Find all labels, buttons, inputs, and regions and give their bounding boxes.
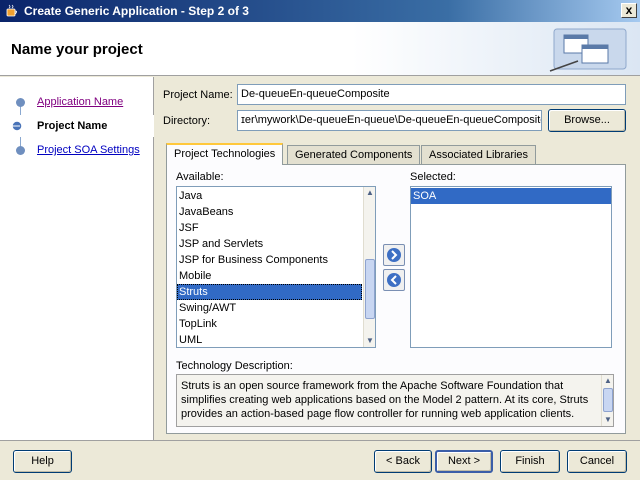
directory-label: Directory: [163, 115, 211, 127]
help-button[interactable]: Help [13, 450, 72, 473]
cancel-button[interactable]: Cancel [567, 450, 627, 473]
footer-separator [0, 440, 640, 441]
windows-graphic-icon [549, 28, 627, 72]
title-bar[interactable]: Create Generic Application - Step 2 of 3… [0, 0, 640, 22]
window-title: Create Generic Application - Step 2 of 3 [24, 4, 249, 18]
nav-item-label: Project Name [37, 120, 108, 132]
project-name-input[interactable]: De-queueEn-queueComposite [237, 84, 626, 105]
scroll-up-icon[interactable]: ▲ [603, 376, 613, 386]
step-dot-icon [16, 98, 25, 107]
nav-item-project-soa-settings[interactable]: Project SOA Settings [0, 139, 154, 161]
list-item[interactable]: JSP and Servlets [177, 236, 375, 252]
available-list[interactable]: Java JavaBeans JSF JSP and Servlets JSP … [176, 186, 376, 348]
step-dot-icon [16, 146, 25, 155]
back-button[interactable]: < Back [374, 450, 432, 473]
nav-item-label[interactable]: Project SOA Settings [37, 144, 140, 156]
technology-description-label: Technology Description: [176, 360, 293, 372]
description-scrollbar[interactable]: ▲ ▼ [601, 375, 613, 426]
arrow-right-icon [387, 248, 401, 262]
finish-button[interactable]: Finish [500, 450, 560, 473]
selected-label: Selected: [410, 171, 456, 183]
list-item[interactable]: UML [177, 332, 375, 347]
list-item[interactable]: JSF [177, 220, 375, 236]
scroll-down-icon[interactable]: ▼ [603, 415, 613, 425]
available-label: Available: [176, 171, 224, 183]
arrow-left-icon [387, 273, 401, 287]
tab-generated-components[interactable]: Generated Components [287, 145, 421, 164]
scroll-thumb[interactable] [365, 259, 375, 319]
nav-item-label[interactable]: Application Name [37, 96, 123, 108]
next-button[interactable]: Next > [435, 450, 493, 473]
page-title: Name your project [11, 41, 143, 58]
remove-button[interactable] [383, 269, 405, 291]
list-item[interactable]: JSP for Business Components [177, 252, 375, 268]
browse-button[interactable]: Browse... [548, 109, 626, 132]
nav-item-project-name[interactable]: Project Name [0, 115, 154, 137]
directory-input[interactable]: ɪer\mywork\De-queueEn-queue\De-queueEn-q… [237, 110, 542, 131]
list-item-selected[interactable]: Struts [177, 284, 362, 300]
header-banner: Name your project [0, 22, 640, 76]
scroll-thumb[interactable] [603, 388, 613, 412]
wizard-steps-nav: Application Name Project Name Project SO… [0, 77, 154, 440]
project-name-label: Project Name: [163, 89, 233, 101]
description-text: Struts is an open source framework from … [181, 380, 589, 420]
list-item[interactable]: Mobile [177, 268, 375, 284]
selected-list[interactable]: SOA [410, 186, 612, 348]
scroll-up-icon[interactable]: ▲ [365, 188, 375, 198]
list-item[interactable]: JavaBeans [177, 204, 375, 220]
app-cup-icon [6, 4, 17, 17]
list-item[interactable]: Swing/AWT [177, 300, 375, 316]
scroll-down-icon[interactable]: ▼ [365, 336, 375, 346]
tab-associated-libraries[interactable]: Associated Libraries [421, 145, 537, 164]
technology-description-text: Struts is an open source framework from … [176, 374, 614, 427]
nav-item-application-name[interactable]: Application Name [0, 91, 154, 113]
tab-project-technologies[interactable]: Project Technologies [166, 143, 284, 165]
available-scrollbar[interactable]: ▲ ▼ [363, 187, 375, 347]
wizard-window: Create Generic Application - Step 2 of 3… [0, 0, 640, 480]
current-step-icon [11, 120, 23, 132]
close-button[interactable]: x [621, 3, 637, 18]
add-button[interactable] [383, 244, 405, 266]
list-item[interactable]: TopLink [177, 316, 375, 332]
list-item-selected[interactable]: SOA [411, 188, 611, 204]
list-item[interactable]: Java [177, 188, 375, 204]
